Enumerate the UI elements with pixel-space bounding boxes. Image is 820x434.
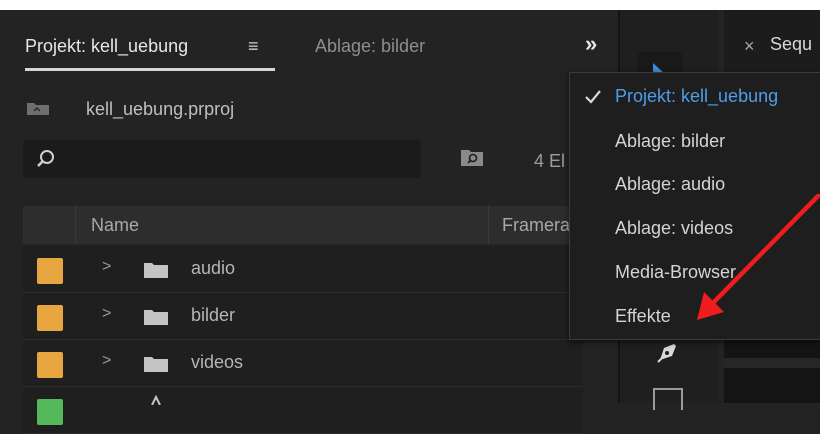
table-row[interactable]: > bilder [23, 293, 583, 340]
active-tab-indicator [25, 68, 275, 71]
menu-item-label: Ablage: videos [615, 218, 734, 238]
menu-item-ablage-bilder[interactable]: Ablage: bilder [570, 122, 820, 162]
panel-menu-icon[interactable]: ≡ [248, 36, 259, 57]
menu-item-label: Media-Browser [615, 262, 737, 282]
table-row[interactable]: > videos [23, 340, 583, 387]
checkmark-icon [585, 90, 601, 104]
menu-item-ablage-audio[interactable]: Ablage: audio [570, 165, 820, 205]
folder-icon [144, 263, 168, 278]
item-count: 4 El [534, 151, 566, 171]
close-icon[interactable]: × [744, 36, 755, 57]
folder-icon [144, 357, 168, 372]
menu-item-projekt[interactable]: Projekt: kell_uebung [570, 77, 820, 117]
color-label[interactable] [37, 258, 63, 284]
header-divider [488, 206, 489, 244]
menu-item-effekte[interactable]: Effekte [570, 297, 820, 337]
timeline-track [724, 358, 820, 368]
sequence-icon [151, 395, 161, 405]
search-icon [37, 150, 54, 167]
header-divider [75, 206, 76, 244]
tab-bar: Projekt: kell_uebung ≡ Ablage: bilder » [8, 10, 610, 78]
menu-item-label: Projekt: kell_uebung [615, 86, 779, 106]
project-panel: Projekt: kell_uebung ≡ Ablage: bilder » … [8, 10, 613, 434]
menu-item-label: Ablage: audio [615, 174, 726, 194]
tab-ablage-bilder[interactable]: Ablage: bilder [315, 36, 425, 57]
find-bin-icon[interactable] [460, 147, 484, 167]
menu-item-ablage-videos[interactable]: Ablage: videos [570, 209, 820, 249]
table-header: Name Framera [23, 206, 613, 244]
expand-chevron-icon[interactable]: > [102, 258, 111, 276]
panel-dropdown-menu: Projekt: kell_uebung Ablage: bilder Abla… [569, 72, 820, 340]
column-header-framerate[interactable]: Framera [502, 215, 570, 236]
project-folder-icon [27, 103, 49, 115]
folder-icon [144, 310, 168, 325]
bin-name: videos [191, 352, 244, 372]
table-row[interactable] [23, 387, 583, 434]
bin-name: bilder [191, 305, 236, 325]
sequence-tab[interactable]: Sequ [770, 34, 812, 55]
search-input[interactable] [23, 140, 421, 178]
menu-item-media-browser[interactable]: Media-Browser [570, 253, 820, 293]
menu-item-label: Effekte [615, 306, 671, 326]
table-row[interactable]: > audio [23, 246, 583, 293]
rectangle-tool-icon[interactable] [653, 388, 683, 410]
color-label[interactable] [37, 305, 63, 331]
column-header-name[interactable]: Name [91, 215, 139, 236]
bin-name: audio [191, 258, 236, 278]
color-label[interactable] [37, 352, 63, 378]
top-strip [0, 0, 820, 10]
menu-item-label: Ablage: bilder [615, 131, 726, 151]
tab-overflow-button[interactable]: » [585, 31, 597, 57]
expand-chevron-icon[interactable]: > [102, 305, 111, 323]
expand-chevron-icon[interactable]: > [102, 352, 111, 370]
project-filename: kell_uebung.prproj [86, 99, 235, 119]
tab-projekt[interactable]: Projekt: kell_uebung [25, 36, 188, 57]
pen-tool-icon[interactable] [654, 338, 682, 366]
